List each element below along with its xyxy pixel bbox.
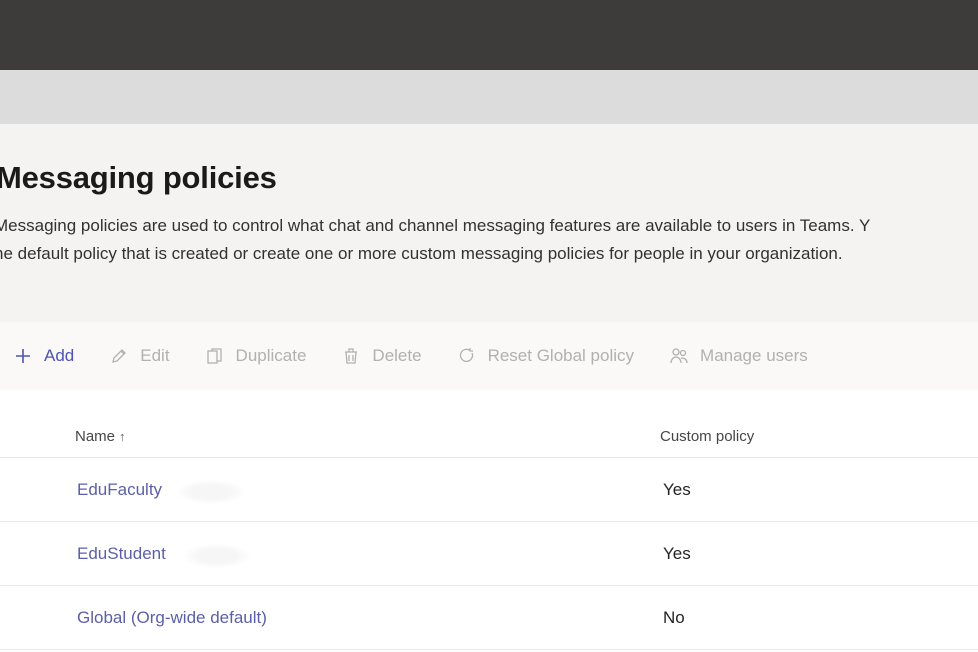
policies-table: Name ↑ Custom policy EduFaculty Yes EduSt… — [0, 390, 978, 652]
redacted-text — [178, 480, 244, 504]
edit-button[interactable]: Edit — [108, 345, 170, 367]
policy-name-link[interactable]: EduStudent — [77, 544, 166, 564]
manage-users-button[interactable]: Manage users — [668, 345, 808, 367]
plus-icon — [12, 345, 34, 367]
column-header-name-label: Name — [75, 428, 116, 445]
manage-users-button-label: Manage users — [700, 346, 808, 365]
table-row[interactable]: EduFaculty Yes — [0, 458, 978, 522]
table-header: Name ↑ Custom policy — [0, 418, 978, 458]
duplicate-button[interactable]: Duplicate — [204, 345, 307, 367]
page-description-line-1: Messaging policies are used to control w… — [0, 216, 871, 235]
page-description-line-2: he default policy that is created or cre… — [0, 244, 843, 263]
trash-icon — [340, 345, 362, 367]
add-button-label: Add — [44, 346, 75, 365]
pencil-icon — [108, 345, 130, 367]
custom-policy-value: Yes — [663, 544, 691, 563]
reset-icon — [456, 345, 478, 367]
edit-button-label: Edit — [140, 346, 170, 365]
column-header-name[interactable]: Name ↑ — [75, 428, 126, 445]
delete-button[interactable]: Delete — [340, 345, 422, 367]
duplicate-icon — [204, 345, 226, 367]
sort-icon: ↑ — [119, 429, 126, 444]
page-description: Messaging policies are used to control w… — [0, 212, 978, 268]
custom-policy-value: Yes — [663, 480, 691, 499]
add-button[interactable]: Add — [12, 345, 74, 367]
page-title: Messaging policies — [0, 160, 277, 195]
column-header-custom-policy[interactable]: Custom policy — [660, 428, 754, 445]
people-icon — [668, 345, 690, 367]
custom-policy-value: No — [663, 608, 685, 627]
policy-name-link[interactable]: EduFaculty — [77, 480, 162, 500]
reset-global-policy-button[interactable]: Reset Global policy — [456, 345, 634, 367]
command-bar: Add Edit Duplicate Delete Reset Global p… — [0, 322, 978, 390]
redacted-text — [184, 544, 250, 568]
app-sub-bar — [0, 70, 978, 124]
table-row[interactable]: Global (Org-wide default) No — [0, 586, 978, 650]
delete-button-label: Delete — [372, 346, 422, 365]
table-row[interactable]: EduStudent Yes — [0, 522, 978, 586]
app-top-bar — [0, 0, 978, 70]
duplicate-button-label: Duplicate — [235, 346, 307, 365]
reset-global-policy-button-label: Reset Global policy — [487, 346, 635, 365]
policy-name-link[interactable]: Global (Org-wide default) — [77, 608, 267, 628]
